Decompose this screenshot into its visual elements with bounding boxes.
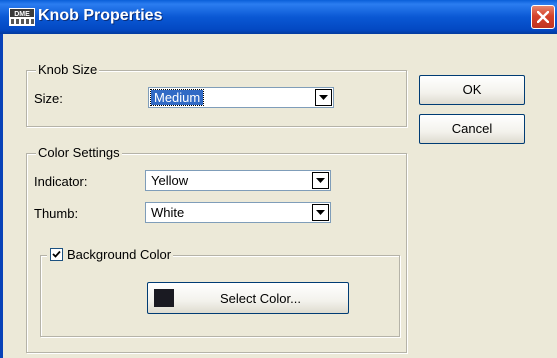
color-settings-legend: Color Settings xyxy=(36,145,122,160)
ok-button[interactable]: OK xyxy=(419,75,525,105)
color-settings-group: Color Settings Indicator: Yellow Thumb: … xyxy=(26,145,407,353)
dialog-body: Knob Size Size: Medium Color Settings In… xyxy=(3,34,557,358)
svg-text:DME: DME xyxy=(14,11,30,18)
thumb-value: White xyxy=(151,205,185,220)
indicator-label: Indicator: xyxy=(34,174,88,189)
indicator-dropdown-button[interactable] xyxy=(312,172,329,189)
thumb-label: Thumb: xyxy=(34,206,79,221)
background-color-legend[interactable]: Background Color xyxy=(47,247,174,262)
app-icon: DME xyxy=(9,8,35,26)
select-color-button[interactable]: Select Color... xyxy=(147,282,349,314)
window-title: Knob Properties xyxy=(38,7,163,24)
size-value: Medium xyxy=(149,89,205,106)
cancel-label: Cancel xyxy=(451,121,493,136)
chevron-down-icon xyxy=(319,95,328,100)
check-icon xyxy=(52,250,61,258)
background-color-label: Background Color xyxy=(67,247,172,262)
background-color-checkbox[interactable] xyxy=(50,248,63,261)
knob-size-group: Knob Size Size: Medium xyxy=(26,62,407,127)
size-dropdown[interactable]: Medium xyxy=(148,87,334,108)
cancel-button[interactable]: Cancel xyxy=(419,114,525,144)
color-swatch xyxy=(154,289,174,307)
close-button[interactable] xyxy=(531,5,555,29)
thumb-dropdown[interactable]: White xyxy=(145,202,331,223)
close-icon xyxy=(537,11,549,23)
ok-label: OK xyxy=(462,82,482,97)
size-label: Size: xyxy=(34,91,63,106)
knob-size-legend: Knob Size xyxy=(36,62,100,77)
background-color-group: Background Color Select Color... xyxy=(40,247,400,337)
title-bar[interactable]: DME Knob Properties xyxy=(0,0,557,34)
size-dropdown-button[interactable] xyxy=(315,89,332,106)
thumb-dropdown-button[interactable] xyxy=(312,204,329,221)
chevron-down-icon xyxy=(316,210,325,215)
indicator-dropdown[interactable]: Yellow xyxy=(145,170,331,191)
chevron-down-icon xyxy=(316,178,325,183)
select-color-label: Select Color... xyxy=(220,291,301,306)
indicator-value: Yellow xyxy=(151,173,189,188)
